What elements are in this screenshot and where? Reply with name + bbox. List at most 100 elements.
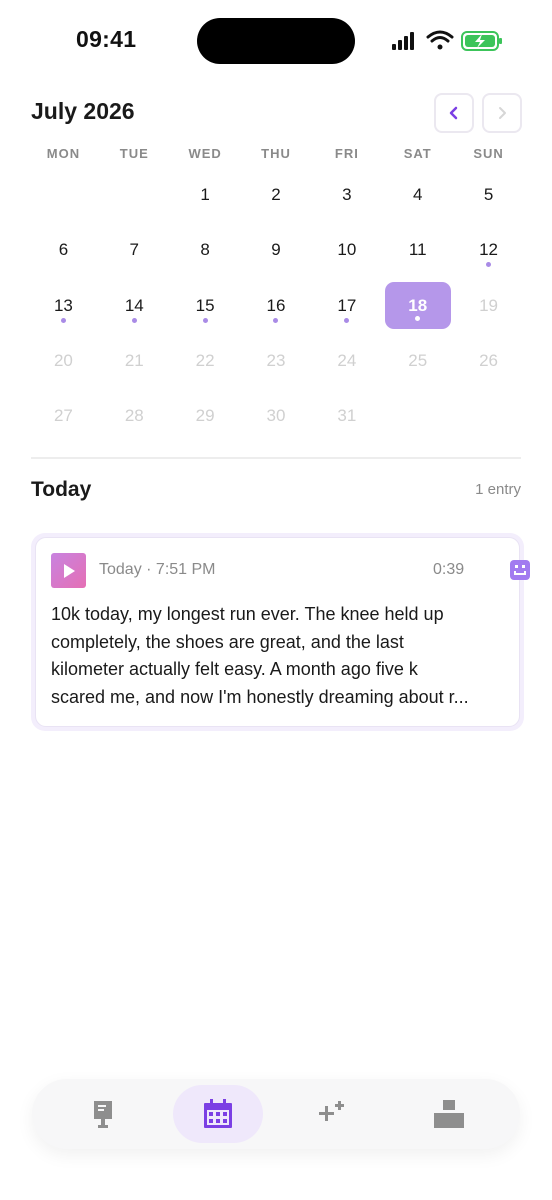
- calendar-day[interactable]: 1: [170, 167, 241, 222]
- entry-indicator-dot: [344, 317, 350, 323]
- weekday-label: SUN: [473, 146, 504, 161]
- calendar-day-selected[interactable]: 18: [382, 278, 453, 333]
- weekday-label: TUE: [119, 146, 149, 161]
- calendar-day-number: 25: [408, 351, 428, 371]
- calendar-day-number: 13: [53, 295, 73, 315]
- entry-indicator-dot: [202, 317, 208, 323]
- calendar-day: 29: [170, 388, 241, 443]
- calendar-day-number: 10: [337, 240, 357, 260]
- calendar-day-number: 6: [58, 240, 69, 260]
- tab-calendar[interactable]: [173, 1085, 263, 1143]
- tab-profile[interactable]: [418, 1085, 480, 1143]
- entry-card-body[interactable]: Today · 7:51 PM 0:39 10k today, my longe…: [35, 537, 530, 727]
- play-button[interactable]: [51, 553, 86, 588]
- calendar-day-number: 1: [200, 185, 210, 205]
- calendar-day[interactable]: 10: [311, 222, 382, 277]
- calendar-day-grid: 1 2 3 4 5 6 7 8 9 10 11 12 13 14 15 16 17 18 19 20 21 22 23 24 2…: [28, 167, 524, 443]
- entry-text-line: kilometer actually felt easy. A month ag…: [51, 659, 418, 679]
- weekday-label: SAT: [403, 146, 432, 161]
- calendar-day[interactable]: 15: [170, 278, 241, 333]
- tab-insights[interactable]: [302, 1085, 364, 1143]
- calendar-day-number: 30: [266, 406, 286, 426]
- calendar-day[interactable]: 16: [241, 278, 312, 333]
- entry-indicator-dot: [415, 315, 421, 321]
- calendar-day: 27: [28, 388, 99, 443]
- battery-charging-icon: [461, 31, 502, 51]
- calendar-day-number: 16: [266, 295, 286, 315]
- play-icon: [63, 563, 75, 578]
- weekday-label: WED: [188, 146, 222, 161]
- entry-indicator-dot: [486, 262, 492, 268]
- calendar-day-number: 27: [53, 406, 73, 426]
- calendar-day[interactable]: 17: [311, 278, 382, 333]
- calendar-day-number: 18: [408, 295, 428, 315]
- calendar-day-number: 21: [124, 351, 144, 371]
- status-time: 09:41: [76, 26, 137, 52]
- calendar-day-number: 7: [129, 240, 139, 260]
- entry-indicator-dot: [131, 317, 137, 323]
- calendar-day[interactable]: 12: [453, 222, 524, 277]
- calendar-day-number: 26: [479, 351, 499, 371]
- calendar-day: 24: [311, 333, 382, 388]
- previous-month-button[interactable]: [434, 93, 474, 133]
- calendar-day-number: 31: [337, 406, 357, 426]
- calendar-day-number: 3: [342, 185, 352, 205]
- journal-icon: [94, 1101, 112, 1128]
- month-title: July 2026: [31, 98, 135, 124]
- calendar-day-number: 19: [479, 295, 499, 315]
- calendar-day-number: 28: [124, 406, 144, 426]
- entry-timestamp: Today · 7:51 PM: [99, 561, 216, 578]
- bottom-tab-bar: [32, 1079, 520, 1149]
- calendar-day[interactable]: 9: [241, 222, 312, 277]
- tab-journal[interactable]: [72, 1085, 134, 1143]
- smiley-icon: [510, 560, 530, 580]
- chevron-left-icon: [449, 106, 458, 120]
- calendar-day-number: 15: [195, 295, 215, 315]
- calendar-icon: [204, 1099, 232, 1128]
- status-icons: [392, 30, 502, 51]
- calendar-day-number: 5: [483, 185, 494, 205]
- calendar-day: 28: [99, 388, 170, 443]
- weekday-header: MON TUE WED THU FRI SAT SUN: [28, 146, 524, 164]
- chevron-right-icon: [499, 107, 506, 119]
- calendar-day: 25: [382, 333, 453, 388]
- next-month-button[interactable]: [482, 93, 522, 133]
- calendar-day-number: 8: [200, 240, 210, 260]
- calendar-day-number: 4: [412, 185, 423, 205]
- calendar-day-number: 2: [271, 185, 281, 205]
- calendar-day-number: 23: [266, 351, 286, 371]
- sparkles-icon: [319, 1101, 344, 1121]
- entry-duration: 0:39: [433, 561, 465, 578]
- calendar-day[interactable]: 7: [99, 222, 170, 277]
- entry-indicator-dot: [60, 317, 66, 323]
- wifi-icon: [426, 30, 454, 50]
- weekday-label: FRI: [334, 146, 359, 161]
- calendar-day[interactable]: 4: [382, 167, 453, 222]
- calendar-day: 26: [453, 333, 524, 388]
- calendar-day: 30: [241, 388, 312, 443]
- calendar-day: 23: [241, 333, 312, 388]
- calendar-day: 19: [453, 278, 524, 333]
- calendar-day-number: 22: [195, 351, 215, 371]
- divider: [31, 457, 521, 459]
- weekday-label: MON: [46, 146, 81, 161]
- entry-card[interactable]: Today · 7:51 PM 0:39 10k today, my longe…: [31, 533, 530, 731]
- entry-transcript: 10k today, my longest run ever. The knee…: [51, 601, 506, 711]
- calendar-day-number: 17: [337, 295, 357, 315]
- calendar-day[interactable]: 13: [28, 278, 99, 333]
- calendar-day[interactable]: 6: [28, 222, 99, 277]
- calendar-day[interactable]: 14: [99, 278, 170, 333]
- profile-icon: [434, 1100, 464, 1128]
- calendar-day-number: 24: [337, 351, 357, 371]
- cellular-signal-icon: [392, 32, 414, 50]
- calendar-day[interactable]: 8: [170, 222, 241, 277]
- calendar-day[interactable]: 11: [382, 222, 453, 277]
- calendar-day[interactable]: 2: [241, 167, 312, 222]
- calendar-day-number: 11: [408, 240, 427, 260]
- calendar-day: 20: [28, 333, 99, 388]
- entry-indicator-dot: [273, 317, 279, 323]
- calendar-day-number: 20: [53, 351, 73, 371]
- calendar-day[interactable]: 5: [453, 167, 524, 222]
- entry-count: 1 entry: [475, 481, 521, 498]
- calendar-day[interactable]: 3: [311, 167, 382, 222]
